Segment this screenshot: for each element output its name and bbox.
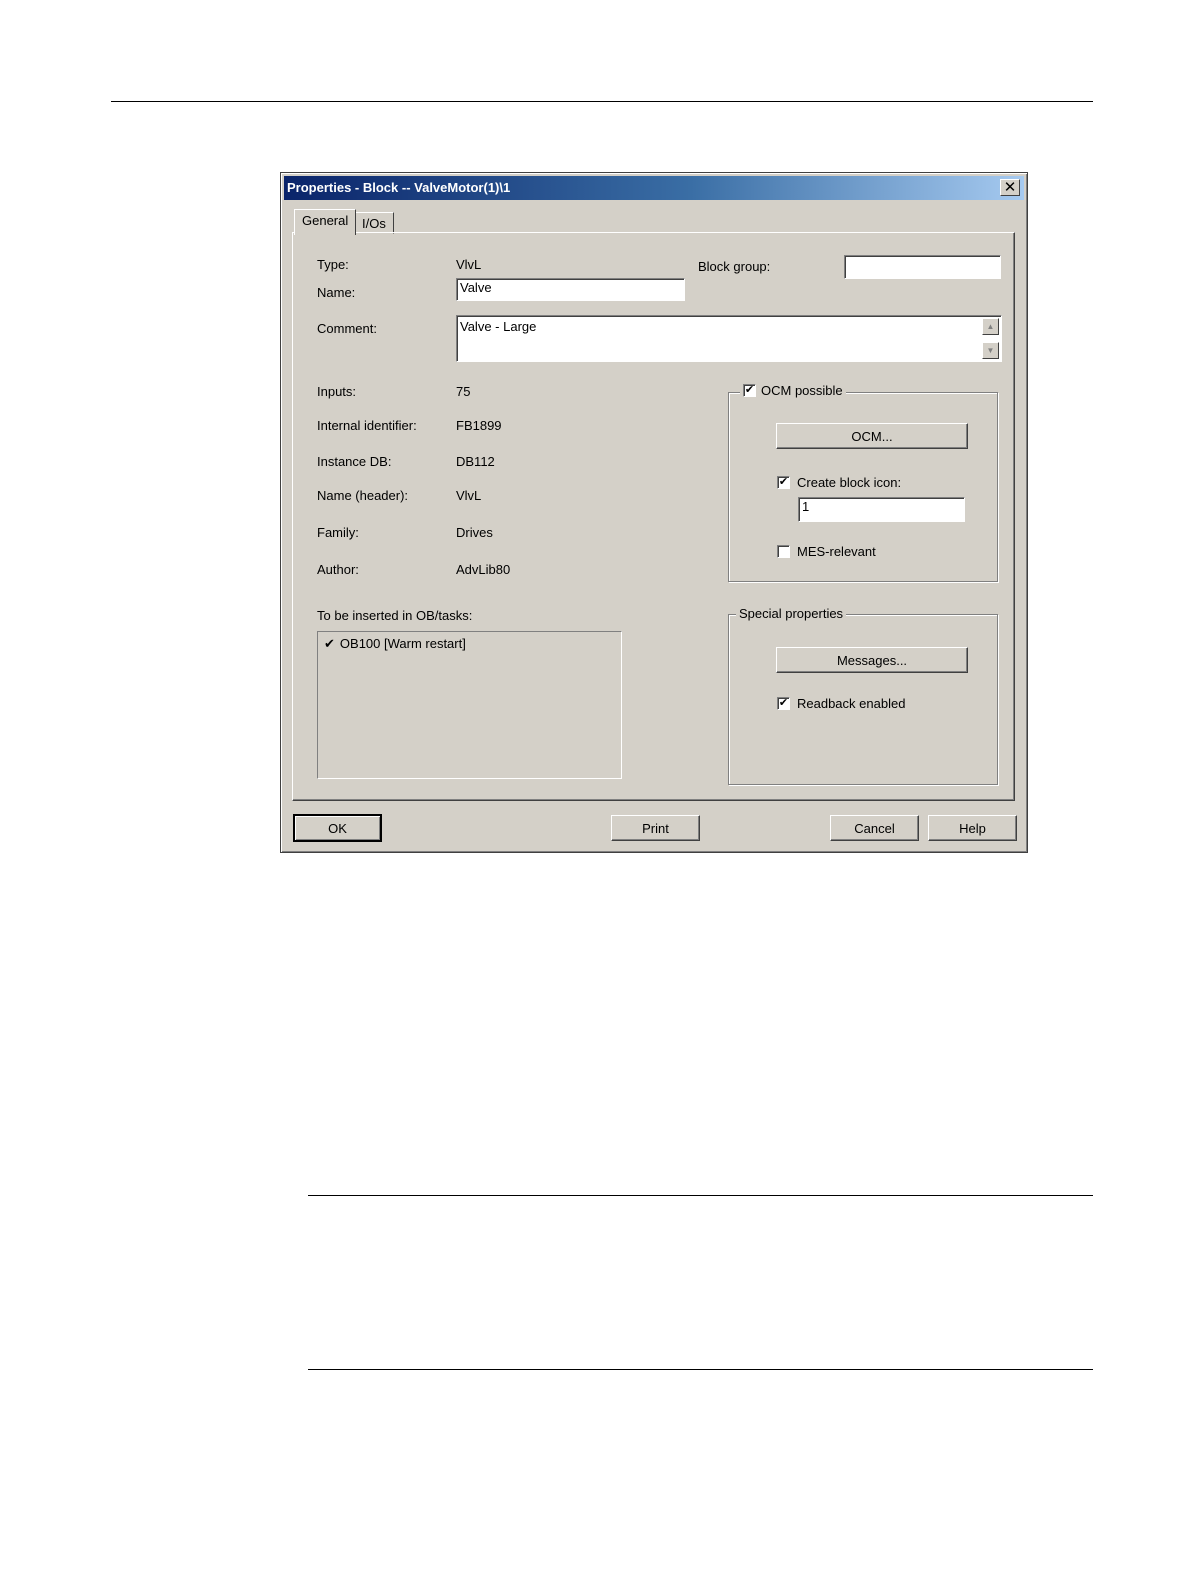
internal-identifier-label: Internal identifier: [317, 418, 417, 433]
title-bar[interactable]: Properties - Block -- ValveMotor(1)\1 ✕ [284, 176, 1024, 200]
block-group-input[interactable] [844, 255, 1001, 279]
inputs-label: Inputs: [317, 384, 357, 399]
type-label: Type: [317, 257, 349, 272]
name-label: Name: [317, 285, 356, 300]
family-label: Family: [317, 525, 359, 540]
list-item[interactable]: ✔ OB100 [Warm restart] [324, 636, 466, 652]
create-block-icon-label: Create block icon: [797, 475, 902, 490]
ok-button[interactable]: OK [293, 814, 382, 842]
tab-ios[interactable]: I/Os [354, 212, 394, 234]
internal-identifier-value: FB1899 [456, 418, 502, 433]
instance-db-value: DB112 [456, 454, 495, 469]
page-header-rule [111, 101, 1093, 102]
readback-enabled-checkbox[interactable]: ✔ [777, 697, 790, 710]
properties-dialog: Properties - Block -- ValveMotor(1)\1 ✕ … [280, 172, 1028, 853]
scroll-down-icon[interactable]: ▼ [982, 342, 999, 359]
ocm-possible-legend[interactable]: ✔ OCM possible [740, 383, 846, 398]
ocm-possible-label: OCM possible [761, 383, 843, 398]
section-rule-bottom [308, 1369, 1093, 1370]
ob-task-label: OB100 [Warm restart] [339, 636, 466, 651]
author-value: AdvLib80 [456, 562, 511, 577]
scroll-up-icon[interactable]: ▲ [982, 318, 999, 335]
family-value: Drives [456, 525, 493, 540]
block-group-label: Block group: [698, 259, 771, 274]
dialog-title: Properties - Block -- ValveMotor(1)\1 [287, 180, 511, 195]
mes-relevant-checkbox[interactable] [777, 545, 790, 558]
block-icon-input[interactable]: 1 [798, 497, 965, 522]
ob-tasks-label: To be inserted in OB/tasks: [317, 608, 473, 623]
comment-label: Comment: [317, 321, 377, 336]
section-rule-top [308, 1195, 1093, 1196]
name-header-label: Name (header): [317, 488, 409, 503]
author-label: Author: [317, 562, 359, 577]
readback-enabled-label: Readback enabled [797, 696, 906, 711]
print-button[interactable]: Print [611, 815, 700, 841]
cancel-button[interactable]: Cancel [830, 815, 919, 841]
comment-textarea[interactable]: Valve - Large [456, 315, 1002, 362]
messages-button[interactable]: Messages... [776, 647, 968, 673]
type-value: VlvL [456, 257, 482, 272]
tab-general[interactable]: General [294, 209, 357, 235]
create-block-icon-checkbox[interactable]: ✔ [777, 476, 790, 489]
name-input[interactable]: Valve [456, 278, 685, 301]
readback-enabled-row[interactable]: ✔ Readback enabled [777, 696, 905, 711]
mes-relevant-row[interactable]: MES-relevant [777, 544, 876, 559]
help-button[interactable]: Help [928, 815, 1017, 841]
create-block-icon-row[interactable]: ✔ Create block icon: [777, 475, 901, 490]
inputs-value: 75 [456, 384, 471, 399]
mes-relevant-label: MES-relevant [797, 544, 876, 559]
ob-tasks-list[interactable]: ✔ OB100 [Warm restart] [317, 631, 622, 779]
checkmark-icon: ✔ [324, 636, 335, 651]
ocm-button[interactable]: OCM... [776, 423, 968, 449]
close-icon[interactable]: ✕ [1000, 179, 1020, 196]
instance-db-label: Instance DB: [317, 454, 392, 469]
general-tab-panel: Type: VlvL Name: Valve Block group: Comm… [292, 232, 1015, 801]
special-properties-legend: Special properties [736, 606, 847, 621]
name-header-value: VlvL [456, 488, 482, 503]
ocm-possible-checkbox[interactable]: ✔ [743, 384, 756, 397]
